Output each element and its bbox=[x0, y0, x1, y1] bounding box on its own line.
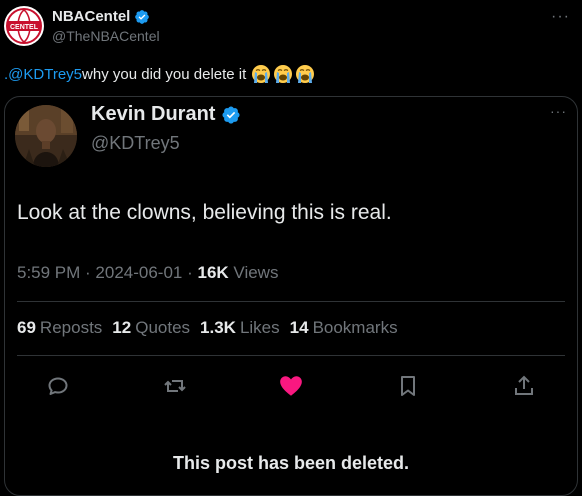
divider bbox=[17, 355, 565, 356]
quoted-author-name[interactable]: Kevin Durant bbox=[91, 103, 215, 126]
views-label: Views bbox=[228, 263, 279, 282]
reposts-count: 69 bbox=[17, 318, 36, 337]
bookmarks-count: 14 bbox=[289, 318, 309, 337]
reply-button[interactable] bbox=[45, 373, 71, 399]
engagement-stats: 69 Reposts 12 Quotes 1.3K Likes 14 Bookmarks bbox=[17, 318, 398, 338]
kevin-durant-avatar[interactable] bbox=[15, 105, 77, 167]
reposts-stat[interactable]: 69 Reposts bbox=[17, 318, 102, 338]
outer-author-name[interactable]: NBACentel bbox=[52, 8, 130, 25]
nbacentel-logo-icon: CENTEL bbox=[5, 7, 43, 45]
reply-icon bbox=[48, 377, 68, 395]
mention-link[interactable]: .@KDTrey5 bbox=[4, 66, 82, 83]
meta-separator: · bbox=[182, 263, 198, 282]
outer-author-name-row: NBACentel bbox=[52, 8, 150, 25]
quoted-more-icon[interactable]: ··· bbox=[550, 103, 567, 119]
outer-tweet-body: why you did you delete it bbox=[82, 65, 247, 83]
reposts-label: Reposts bbox=[39, 318, 103, 337]
kevin-durant-profile-photo bbox=[15, 105, 77, 167]
quoted-tweet-text: Look at the clowns, believing this is re… bbox=[17, 201, 392, 224]
repost-icon bbox=[163, 380, 186, 392]
share-icon bbox=[515, 375, 533, 395]
outer-more-icon[interactable]: ··· bbox=[551, 8, 570, 26]
nbacentel-avatar[interactable]: CENTEL bbox=[4, 6, 44, 46]
likes-label: Likes bbox=[239, 318, 280, 337]
emoji-group bbox=[251, 64, 315, 84]
quoted-author-handle[interactable]: @KDTrey5 bbox=[91, 133, 180, 154]
bookmarks-label: Bookmarks bbox=[312, 318, 398, 337]
outer-tweet-text: .@KDTrey5 why you did you delete it bbox=[4, 64, 315, 84]
repost-button[interactable] bbox=[162, 373, 188, 399]
bookmark-button[interactable] bbox=[395, 373, 421, 399]
quotes-stat[interactable]: 12 Quotes bbox=[112, 318, 190, 338]
verified-badge-icon bbox=[135, 9, 150, 24]
tweet-time[interactable]: 5:59 PM bbox=[17, 263, 80, 282]
tweet-actions bbox=[45, 371, 537, 401]
divider bbox=[17, 301, 565, 302]
like-button[interactable] bbox=[278, 373, 304, 399]
quoted-tweet-card[interactable]: Kevin Durant @KDTrey5 ··· Look at the cl… bbox=[4, 96, 578, 496]
like-icon bbox=[280, 376, 302, 396]
svg-text:CENTEL: CENTEL bbox=[10, 24, 39, 31]
loudly-crying-face-icon bbox=[296, 65, 315, 83]
outer-tweet-header: CENTEL NBACentel @TheNBACentel ··· bbox=[4, 6, 578, 48]
views-count: 16K bbox=[197, 263, 229, 282]
quotes-label: Quotes bbox=[135, 318, 191, 337]
outer-author-handle[interactable]: @TheNBACentel bbox=[52, 28, 160, 44]
loudly-crying-face-icon bbox=[252, 65, 271, 83]
verified-badge-icon bbox=[222, 105, 241, 124]
quoted-author-name-row: Kevin Durant bbox=[91, 103, 241, 126]
share-button[interactable] bbox=[511, 373, 537, 399]
bookmarks-stat[interactable]: 14 Bookmarks bbox=[290, 318, 398, 338]
tweet-meta: 5:59 PM · 2024-06-01 · 16K Views bbox=[17, 263, 278, 283]
deleted-notice: This post has been deleted. bbox=[172, 453, 410, 473]
quotes-count: 12 bbox=[112, 318, 132, 337]
likes-count: 1.3K bbox=[200, 318, 236, 337]
likes-stat[interactable]: 1.3K Likes bbox=[200, 318, 280, 338]
tweet-date[interactable]: 2024-06-01 bbox=[95, 263, 182, 282]
meta-separator: · bbox=[80, 263, 96, 282]
loudly-crying-face-icon bbox=[274, 65, 293, 83]
bookmark-icon bbox=[400, 376, 415, 396]
